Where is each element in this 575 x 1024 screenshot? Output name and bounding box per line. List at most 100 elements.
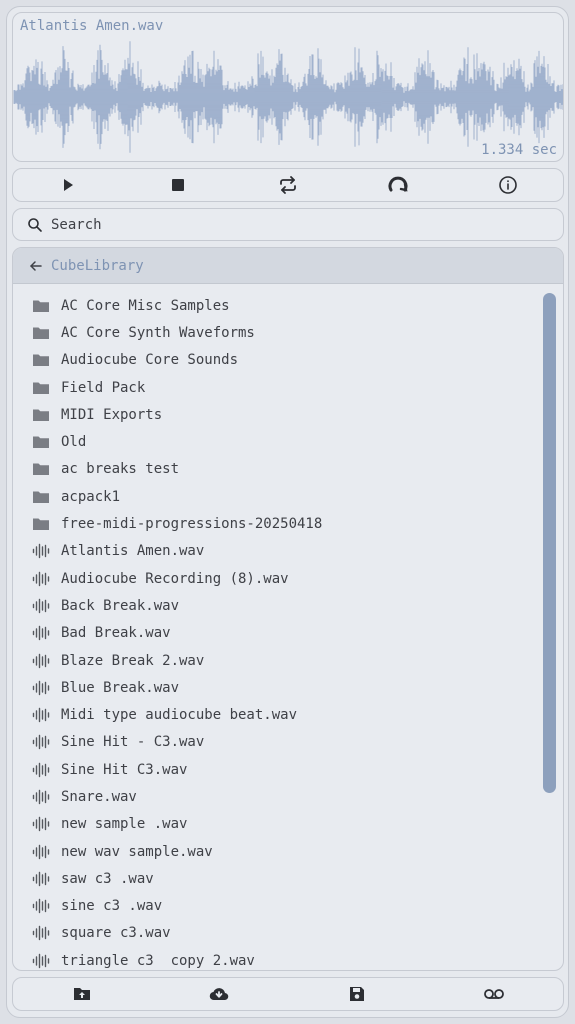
item-name: Audiocube Recording (8).wav [61, 570, 289, 587]
item-name: saw c3 .wav [61, 870, 154, 887]
upload-button[interactable] [13, 978, 151, 1010]
file-list: AC Core Misc Samples AC Core Synth Wavefo… [13, 292, 541, 970]
folder-icon [31, 487, 51, 507]
audio-waveform-icon [31, 705, 51, 725]
item-name: square c3.wav [61, 925, 171, 942]
audio-file-item[interactable]: Bad Break.wav [13, 620, 541, 647]
audio-waveform-icon [31, 623, 51, 643]
reload-button[interactable] [343, 169, 453, 201]
folder-item[interactable]: Old [13, 428, 541, 455]
audio-file-item[interactable]: new wav sample.wav [13, 838, 541, 865]
audio-waveform-icon [31, 869, 51, 889]
play-icon [64, 179, 73, 191]
waveform-file-name: Atlantis Amen.wav [20, 18, 164, 34]
item-name: Snare.wav [61, 788, 137, 805]
waveform-duration: 1.334 sec [481, 142, 557, 158]
folder-item[interactable]: acpack1 [13, 483, 541, 510]
audio-waveform-icon [31, 569, 51, 589]
audio-file-item[interactable]: square c3.wav [13, 920, 541, 947]
item-name: Blaze Break 2.wav [61, 652, 205, 669]
audio-waveform-icon [31, 896, 51, 916]
folder-item[interactable]: MIDI Exports [13, 401, 541, 428]
audio-waveform-icon [31, 651, 51, 671]
upload-icon [73, 988, 90, 1000]
audio-file-item[interactable]: new sample .wav [13, 811, 541, 838]
item-name: sine c3 .wav [61, 898, 163, 915]
back-arrow-icon[interactable] [29, 259, 43, 273]
stop-icon [172, 179, 184, 191]
folder-item[interactable]: free-midi-progressions-20250418 [13, 510, 541, 537]
item-name: new wav sample.wav [61, 843, 213, 860]
audio-file-item[interactable]: Audiocube Recording (8).wav [13, 565, 541, 592]
item-name: Atlantis Amen.wav [61, 543, 205, 560]
search-input[interactable] [51, 216, 531, 233]
audio-file-item[interactable]: triangle c3 copy 2.wav [13, 947, 541, 970]
file-browser: CubeLibrary AC Core Misc Samples AC Core … [12, 247, 564, 971]
breadcrumb-path: CubeLibrary [51, 257, 144, 274]
item-name: Audiocube Core Sounds [61, 352, 239, 369]
item-name: Field Pack [61, 379, 146, 396]
audio-file-item[interactable]: Midi type audiocube beat.wav [13, 701, 541, 728]
scrollbar-thumb[interactable] [543, 293, 556, 793]
waveform-trace [13, 41, 563, 153]
voicemail-icon [484, 989, 505, 999]
audio-waveform-icon [31, 787, 51, 807]
item-name: triangle c3 copy 2.wav [61, 952, 255, 969]
audio-waveform-icon [31, 678, 51, 698]
audio-waveform-icon [31, 760, 51, 780]
item-name: Midi type audiocube beat.wav [61, 707, 298, 724]
audio-file-item[interactable]: Atlantis Amen.wav [13, 538, 541, 565]
folder-icon [31, 296, 51, 316]
audio-waveform-icon [31, 596, 51, 616]
folder-icon [31, 405, 51, 425]
folder-item[interactable]: Audiocube Core Sounds [13, 347, 541, 374]
item-name: Blue Break.wav [61, 679, 180, 696]
folder-icon [31, 350, 51, 370]
transport-bar [12, 168, 564, 202]
loop-icon [280, 176, 296, 194]
breadcrumb[interactable]: CubeLibrary [13, 248, 563, 284]
record-button[interactable] [426, 978, 564, 1010]
stop-button[interactable] [123, 169, 233, 201]
folder-icon [31, 432, 51, 452]
audio-file-item[interactable]: saw c3 .wav [13, 865, 541, 892]
audio-file-item[interactable]: Blue Break.wav [13, 674, 541, 701]
play-button[interactable] [13, 169, 123, 201]
info-button[interactable] [453, 169, 563, 201]
audio-waveform-icon [31, 842, 51, 862]
folder-item[interactable]: ac breaks test [13, 456, 541, 483]
audio-file-item[interactable]: Back Break.wav [13, 592, 541, 619]
waveform-graph [13, 41, 563, 153]
item-name: new sample .wav [61, 816, 188, 833]
audio-file-item[interactable]: Sine Hit - C3.wav [13, 729, 541, 756]
folder-icon [31, 459, 51, 479]
folder-icon [31, 378, 51, 398]
save-button[interactable] [288, 978, 426, 1010]
reload-icon [388, 176, 408, 192]
item-name: Sine Hit - C3.wav [61, 734, 205, 751]
folder-item[interactable]: Field Pack [13, 374, 541, 401]
item-name: ac breaks test [61, 461, 180, 478]
item-name: acpack1 [61, 488, 121, 505]
waveform-display[interactable]: Atlantis Amen.wav 1.334 sec [12, 12, 564, 162]
folder-item[interactable]: AC Core Misc Samples [13, 292, 541, 319]
audio-file-item[interactable]: Blaze Break 2.wav [13, 647, 541, 674]
folder-item[interactable]: AC Core Synth Waveforms [13, 319, 541, 346]
audio-waveform-icon [31, 732, 51, 752]
item-name: Sine Hit C3.wav [61, 761, 188, 778]
search-bar [12, 208, 564, 241]
info-icon [499, 176, 517, 194]
audio-file-item[interactable]: Snare.wav [13, 783, 541, 810]
item-name: Bad Break.wav [61, 625, 171, 642]
audio-waveform-icon [31, 814, 51, 834]
loop-button[interactable] [233, 169, 343, 201]
item-name: MIDI Exports [61, 406, 163, 423]
item-name: AC Core Synth Waveforms [61, 324, 255, 341]
folder-icon [31, 514, 51, 534]
item-name: Old [61, 434, 87, 451]
folder-icon [31, 323, 51, 343]
audio-file-item[interactable]: Sine Hit C3.wav [13, 756, 541, 783]
download-button[interactable] [151, 978, 289, 1010]
item-name: free-midi-progressions-20250418 [61, 516, 323, 533]
audio-file-item[interactable]: sine c3 .wav [13, 893, 541, 920]
